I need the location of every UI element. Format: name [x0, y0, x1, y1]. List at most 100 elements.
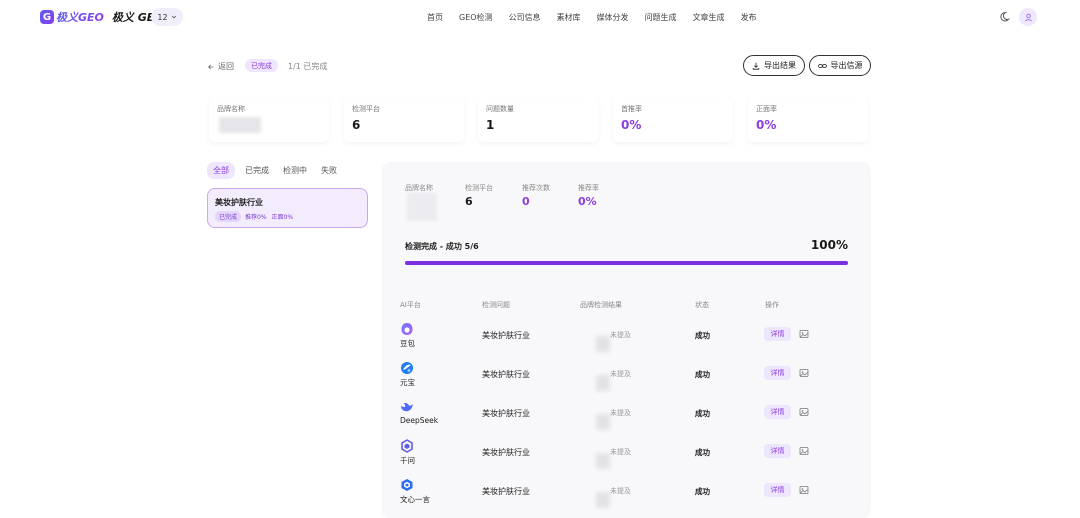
col-header-action: 操作 — [765, 301, 779, 309]
export-sources-button[interactable]: 导出信源 — [809, 55, 871, 76]
platform-name: 元宝 — [400, 378, 415, 387]
task-card[interactable]: 美妆护肤行业 已完成 推荐0% 正面0% — [207, 188, 368, 228]
result-redacted — [596, 414, 610, 430]
export-results-button[interactable]: 导出结果 — [743, 55, 805, 76]
result-redacted — [596, 453, 610, 469]
version-dropdown[interactable]: 12 — [151, 8, 183, 26]
nav-item-questions[interactable]: 问题生成 — [645, 12, 677, 23]
table-row: 豆包 美妆护肤行业 未提及 成功 详情 — [382, 322, 871, 361]
table-row: 元宝 美妆护肤行业 未提及 成功 详情 — [382, 361, 871, 400]
filter-detecting[interactable]: 检测中 — [283, 165, 307, 176]
question-cell: 美妆护肤行业 — [482, 448, 530, 457]
table-row: 文心一言 美妆护肤行业 未提及 成功 详情 — [382, 478, 871, 517]
qianwen-icon — [400, 439, 414, 453]
stat-value: 6 — [352, 118, 361, 132]
stat-card-questions: 问题数量 1 — [478, 97, 598, 142]
filter-failed[interactable]: 失败 — [321, 165, 337, 176]
back-label: 返回 — [218, 62, 234, 71]
stat-value: 1 — [486, 118, 495, 132]
nav-item-articles[interactable]: 文章生成 — [693, 12, 725, 23]
user-avatar-button[interactable] — [1019, 8, 1037, 26]
nav-item-media[interactable]: 媒体分发 — [597, 12, 629, 23]
image-icon[interactable] — [799, 329, 809, 339]
yuanbao-icon — [400, 361, 414, 375]
result-redacted — [596, 375, 610, 391]
arrow-left-icon — [208, 64, 214, 69]
progress-bar-fill — [405, 261, 848, 265]
user-icon — [1024, 13, 1032, 21]
stat-value: 0% — [756, 118, 777, 132]
progress-text: 1/1 已完成 — [288, 62, 328, 71]
filter-all[interactable]: 全部 — [207, 162, 235, 179]
version-label: 12 — [157, 12, 168, 22]
export-results-label: 导出结果 — [764, 61, 796, 70]
table-row: DeepSeek 美妆护肤行业 未提及 成功 详情 — [382, 400, 871, 439]
question-cell: 美妆护肤行业 — [482, 409, 530, 418]
detail-button[interactable]: 详情 — [764, 483, 791, 497]
task-status-tag: 已完成 — [215, 211, 242, 222]
image-icon[interactable] — [799, 446, 809, 456]
brand-name-redacted — [407, 193, 437, 221]
result-cell: 未提及 — [610, 331, 631, 339]
image-icon[interactable] — [799, 485, 809, 495]
col-header-result: 品牌检测结果 — [580, 301, 622, 309]
task-recommend-tag: 推荐0% — [245, 214, 267, 221]
logo[interactable]: G 极义GEO 极义 GEO — [40, 9, 164, 25]
filter-completed[interactable]: 已完成 — [245, 165, 269, 176]
platform-name: DeepSeek — [400, 416, 439, 425]
status-cell: 成功 — [695, 409, 710, 418]
status-badge: 已完成 — [245, 59, 278, 72]
panel-stat-value: 0% — [578, 195, 597, 208]
nav-item-company[interactable]: 公司信息 — [509, 12, 541, 23]
brand-name-redacted — [219, 117, 261, 133]
detail-button[interactable]: 详情 — [764, 444, 791, 458]
task-title: 美妆护肤行业 — [215, 198, 263, 207]
stat-label: 正面率 — [756, 105, 777, 113]
panel-stat-label: 推荐次数 — [522, 184, 550, 192]
nav-item-home[interactable]: 首页 — [427, 12, 443, 23]
status-cell: 成功 — [695, 331, 710, 340]
task-positive-tag: 正面0% — [271, 214, 294, 221]
logo-brand: 极义GEO — [56, 11, 104, 24]
moon-icon[interactable] — [1000, 11, 1012, 23]
nav-item-materials[interactable]: 素材库 — [557, 12, 581, 23]
question-cell: 美妆护肤行业 — [482, 331, 530, 340]
result-cell: 未提及 — [610, 487, 631, 495]
top-header: G 极义GEO 极义 GEO 12 首页 GEO检测 公司信息 素材库 媒体分发… — [0, 0, 1080, 34]
platform-name: 千问 — [400, 456, 415, 465]
back-link[interactable]: 返回 — [207, 61, 234, 72]
logo-mark: G — [40, 10, 54, 24]
main-nav: 首页 GEO检测 公司信息 素材库 媒体分发 问题生成 文章生成 发布 — [427, 12, 773, 23]
result-redacted — [596, 492, 610, 508]
platform-name: 文心一言 — [400, 495, 430, 504]
question-cell: 美妆护肤行业 — [482, 370, 530, 379]
progress-bar — [405, 261, 848, 265]
stat-card-first-rate: 首推率 0% — [613, 97, 733, 142]
wenxin-icon — [400, 478, 414, 492]
panel-stat-label: 推荐率 — [578, 184, 599, 192]
nav-item-publish[interactable]: 发布 — [741, 12, 757, 23]
col-header-question: 检测问题 — [482, 301, 510, 309]
detail-button[interactable]: 详情 — [764, 405, 791, 419]
table-row: 千问 美妆护肤行业 未提及 成功 详情 — [382, 439, 871, 478]
detail-button[interactable]: 详情 — [764, 366, 791, 380]
nav-item-geo-detect[interactable]: GEO检测 — [459, 12, 493, 23]
detail-button[interactable]: 详情 — [764, 327, 791, 341]
result-cell: 未提及 — [610, 370, 631, 378]
stat-value: 0% — [621, 118, 642, 132]
panel-stat-label: 品牌名称 — [405, 184, 433, 192]
image-icon[interactable] — [799, 368, 809, 378]
stat-card-brand: 品牌名称 — [209, 97, 329, 142]
panel-stat-value: 6 — [465, 195, 473, 208]
status-cell: 成功 — [695, 487, 710, 496]
filter-tabs: 全部 已完成 检测中 失败 — [207, 162, 351, 179]
deepseek-icon — [400, 400, 414, 414]
col-header-status: 状态 — [695, 301, 709, 309]
stat-label: 首推率 — [621, 105, 642, 113]
panel-stat-value: 0 — [522, 195, 530, 208]
platform-name: 豆包 — [400, 339, 415, 348]
panel-stat-label: 检测平台 — [465, 184, 493, 192]
result-panel: 品牌名称 检测平台 6 推荐次数 0 推荐率 0% 检测完成 - 成功 5/6 … — [382, 162, 871, 518]
image-icon[interactable] — [799, 407, 809, 417]
result-cell: 未提及 — [610, 448, 631, 456]
